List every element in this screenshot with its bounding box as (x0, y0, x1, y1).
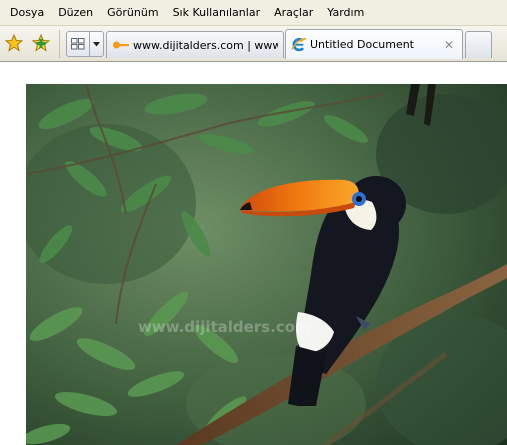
menu-gorunum[interactable]: Görünüm (100, 0, 165, 26)
tab-untitled-document[interactable]: Untitled Document ✕ (285, 29, 463, 59)
tab-dijitalders[interactable]: www.dijitalders.com | www.... (106, 31, 284, 58)
menu-yardim[interactable]: Yardım (320, 0, 371, 26)
tab-label: www.dijitalders.com | www.... (133, 38, 278, 52)
quick-tabs-icon (71, 38, 85, 50)
tab-bar: www.dijitalders.com | www.... Untitled D… (0, 26, 507, 62)
close-tab-icon[interactable]: ✕ (444, 38, 454, 52)
chevron-down-icon (93, 41, 100, 46)
page-icon (113, 41, 129, 49)
quick-tabs-button[interactable] (66, 31, 90, 57)
toucan-photo: www.dijitalders.com (26, 84, 507, 445)
tab-label: Untitled Document (310, 38, 414, 51)
page-content: www.dijitalders.com (0, 62, 507, 445)
menu-dosya[interactable]: Dosya (3, 0, 51, 26)
ie-logo-icon (291, 37, 307, 51)
tab-list-button[interactable] (90, 31, 104, 57)
add-to-favorites-button[interactable] (29, 31, 53, 55)
favorites-center-button[interactable] (2, 31, 26, 55)
menu-araclar[interactable]: Araçlar (267, 0, 320, 26)
menu-sik-kullanilanlar[interactable]: Sık Kullanılanlar (166, 0, 268, 26)
menu-duzen[interactable]: Düzen (51, 0, 100, 26)
star-icon (5, 34, 23, 52)
watermark: www.dijitalders.com (138, 318, 311, 336)
toolbar-separator (59, 30, 60, 58)
new-tab-button[interactable] (465, 31, 492, 58)
menu-bar: Dosya Düzen Görünüm Sık Kullanılanlar Ar… (0, 0, 507, 26)
add-favorite-icon (32, 34, 50, 52)
toucan-image: www.dijitalders.com (26, 84, 507, 445)
